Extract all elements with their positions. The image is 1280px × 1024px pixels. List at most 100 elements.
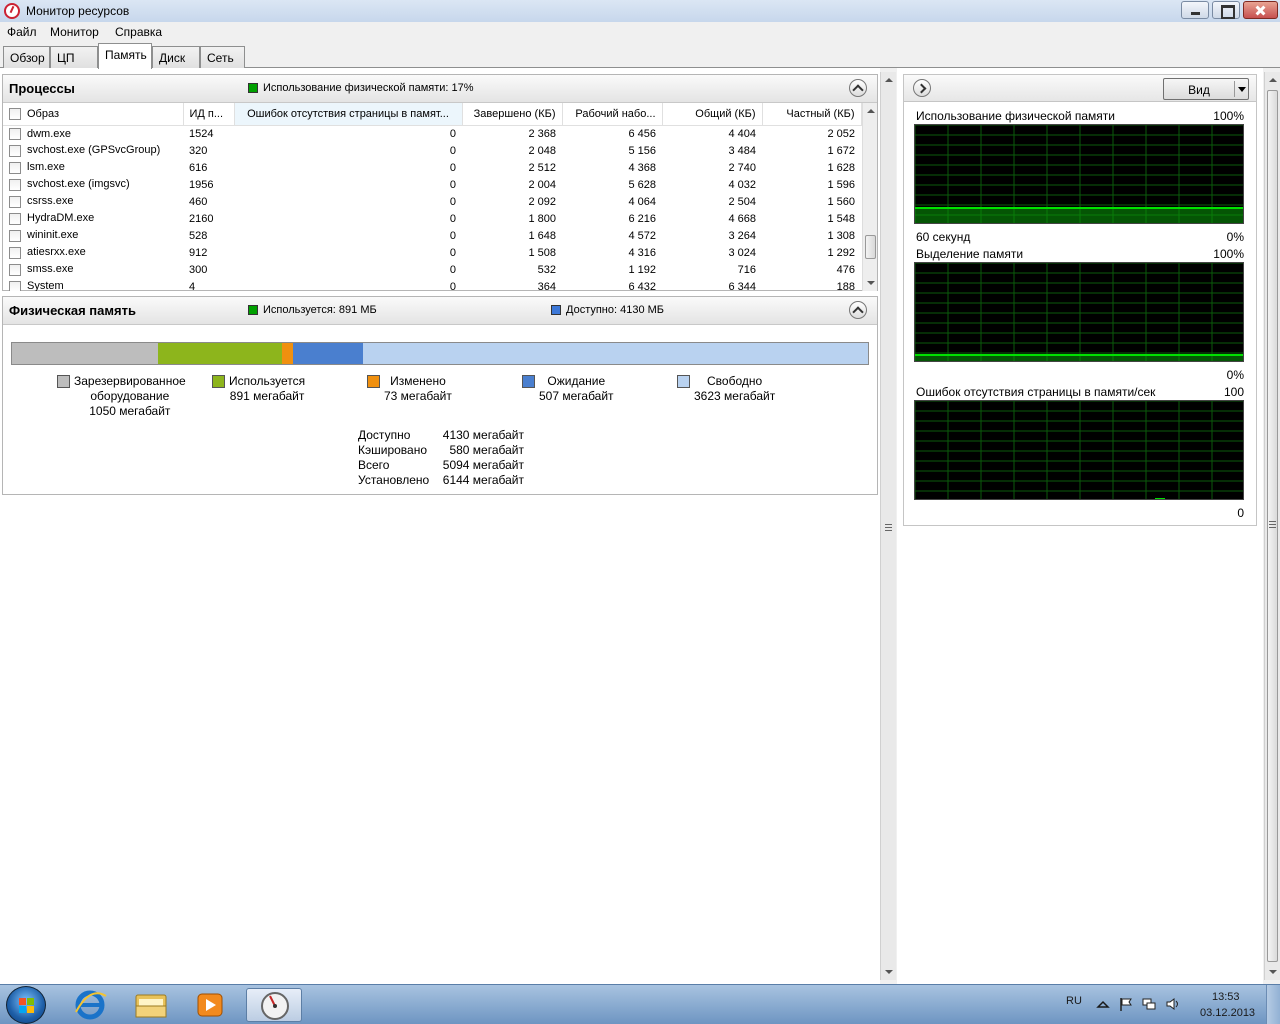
row-checkbox[interactable] (9, 144, 21, 157)
used-memory-info: Используется: 891 МБ (248, 304, 377, 316)
graph-title: Выделение памяти (916, 247, 1024, 261)
scroll-down-arrow-icon[interactable] (881, 964, 896, 980)
view-dropdown-button[interactable]: Вид (1163, 78, 1249, 100)
stat-row: Установлено 6144 мегабайт (358, 473, 524, 487)
graph-max-label: 100 (1223, 385, 1244, 399)
start-button[interactable] (6, 986, 46, 1024)
row-checkbox[interactable] (9, 161, 21, 174)
table-row[interactable]: svchost.exe (GPSvcGroup) 320 0 2 048 5 156 3 … (3, 142, 861, 159)
physical-memory-header[interactable]: Физическая память Используется: 891 МБ Д… (3, 297, 877, 325)
cell-shared: 3 024 (728, 246, 756, 259)
row-checkbox[interactable] (9, 127, 21, 140)
clock-date[interactable]: 03.12.2013 (1200, 1007, 1255, 1019)
right-scroll-thumb[interactable] (1267, 90, 1278, 962)
row-checkbox[interactable] (9, 246, 21, 259)
table-row[interactable]: dwm.exe 1524 0 2 368 6 456 4 404 2 052 (3, 125, 861, 142)
taskbar-internet-explorer[interactable] (62, 988, 118, 1022)
menu-file[interactable]: Файл (7, 25, 37, 39)
processes-header[interactable]: Процессы Использование физической памяти… (3, 75, 877, 103)
processes-table-scrollbar[interactable] (862, 103, 877, 291)
cell-private: 1 560 (827, 195, 855, 208)
column-header-working-set[interactable]: Рабочий набо... (562, 103, 663, 126)
media-player-icon (197, 993, 223, 1017)
graph-min-label: 0% (1226, 368, 1244, 382)
graphs-panel: Использование физической памяти 100% 60 … (903, 102, 1257, 526)
scroll-up-arrow-icon[interactable] (1265, 72, 1280, 88)
cell-pid: 460 (189, 195, 208, 208)
row-checkbox[interactable] (9, 178, 21, 191)
column-header-private[interactable]: Частный (КБ) (762, 103, 862, 126)
tab-cpu[interactable]: ЦП (50, 46, 98, 68)
physical-memory-usage-label: Использование физической памяти: 17% (263, 82, 474, 94)
table-row[interactable]: csrss.exe 460 0 2 092 4 064 2 504 1 560 (3, 193, 861, 210)
row-checkbox[interactable] (9, 212, 21, 225)
cell-commit: 532 (537, 263, 556, 276)
menu-help[interactable]: Справка (115, 25, 162, 39)
right-pane-scrollbar[interactable] (1264, 72, 1280, 980)
restore-button[interactable] (1212, 1, 1240, 19)
clock-time[interactable]: 13:53 (1212, 991, 1240, 1003)
scroll-down-arrow-icon[interactable] (1265, 964, 1280, 980)
legend-swatch (677, 375, 690, 388)
language-indicator[interactable]: RU (1066, 995, 1082, 1007)
table-row[interactable]: atiesrxx.exe 912 0 1 508 4 316 3 024 1 292 (3, 244, 861, 261)
cell-private: 1 628 (827, 161, 855, 174)
action-center-flag-icon[interactable] (1119, 997, 1133, 1011)
menu-monitor[interactable]: Монитор (50, 25, 99, 39)
scroll-down-arrow-icon[interactable] (863, 275, 877, 291)
column-header-hard-faults[interactable]: Ошибок отсутствия страницы в памят... (234, 103, 463, 126)
table-row[interactable]: smss.exe 300 0 532 1 192 716 476 (3, 261, 861, 278)
row-checkbox[interactable] (9, 263, 21, 276)
expand-pane-button[interactable] (913, 79, 931, 97)
processes-table-wrap: Образ ИД п... Ошибок отсутствия страницы… (3, 103, 877, 291)
column-header-commit[interactable]: Завершено (КБ) (462, 103, 563, 126)
table-row[interactable]: svchost.exe (imgsvc) 1956 0 2 004 5 628 4 032… (3, 176, 861, 193)
tab-network[interactable]: Сеть (200, 46, 245, 68)
table-row[interactable]: System 4 0 364 6 432 6 344 188 (3, 278, 861, 291)
select-all-checkbox[interactable] (9, 107, 21, 120)
right-pane: Вид Использование физической памяти 100%… (897, 68, 1263, 984)
close-button[interactable] (1243, 1, 1278, 19)
table-row[interactable]: HydraDM.exe 2160 0 1 800 6 216 4 668 1 548 (3, 210, 861, 227)
scroll-up-arrow-icon[interactable] (881, 72, 896, 88)
graph-max-label: 100% (1213, 109, 1244, 123)
scroll-up-arrow-icon[interactable] (863, 103, 877, 119)
processes-scroll-thumb[interactable] (865, 235, 876, 259)
column-header-shareable[interactable]: Общий (КБ) (662, 103, 763, 126)
splitter-grip-icon[interactable] (885, 524, 892, 531)
tab-disk[interactable]: Диск (152, 46, 200, 68)
show-desktop-button[interactable] (1266, 985, 1280, 1024)
cell-pid: 2160 (189, 212, 214, 225)
taskbar-resource-monitor[interactable] (246, 988, 302, 1022)
legend-value: 3623 мегабайт (694, 389, 776, 403)
column-header-pid[interactable]: ИД п... (183, 103, 235, 126)
graph-timespan-label: 60 секунд (916, 230, 971, 244)
taskbar-explorer[interactable] (122, 988, 178, 1022)
volume-icon[interactable] (1166, 997, 1180, 1011)
legend-label: Ожидание (547, 374, 606, 388)
column-header-image[interactable]: Образ (3, 103, 184, 126)
taskbar-media-player[interactable] (182, 988, 238, 1022)
row-checkbox[interactable] (9, 195, 21, 208)
cell-faults: 0 (449, 178, 456, 191)
cell-faults: 0 (449, 212, 456, 225)
legend-modified: Изменено 73 мегабайт (367, 374, 452, 404)
show-hidden-icons-icon[interactable] (1096, 997, 1110, 1011)
collapse-physical-memory-button[interactable] (849, 301, 867, 319)
minimize-button[interactable] (1181, 1, 1209, 19)
table-row[interactable]: lsm.exe 616 0 2 512 4 368 2 740 1 628 (3, 159, 861, 176)
table-row[interactable]: wininit.exe 528 0 1 648 4 572 3 264 1 308 (3, 227, 861, 244)
row-checkbox[interactable] (9, 280, 21, 291)
row-checkbox[interactable] (9, 229, 21, 242)
available-memory-info: Доступно: 4130 МБ (551, 304, 664, 316)
graph-title: Использование физической памяти (916, 109, 1116, 123)
tab-overview[interactable]: Обзор (3, 46, 50, 68)
graphs-toolbar: Вид (903, 74, 1257, 102)
left-pane-scrollbar[interactable] (880, 72, 896, 980)
network-icon[interactable] (1142, 997, 1156, 1011)
cell-working: 5 156 (628, 144, 656, 157)
cell-working: 6 456 (628, 127, 656, 140)
cell-faults: 0 (449, 127, 456, 140)
collapse-processes-button[interactable] (849, 79, 867, 97)
tab-memory[interactable]: Память (98, 43, 152, 69)
